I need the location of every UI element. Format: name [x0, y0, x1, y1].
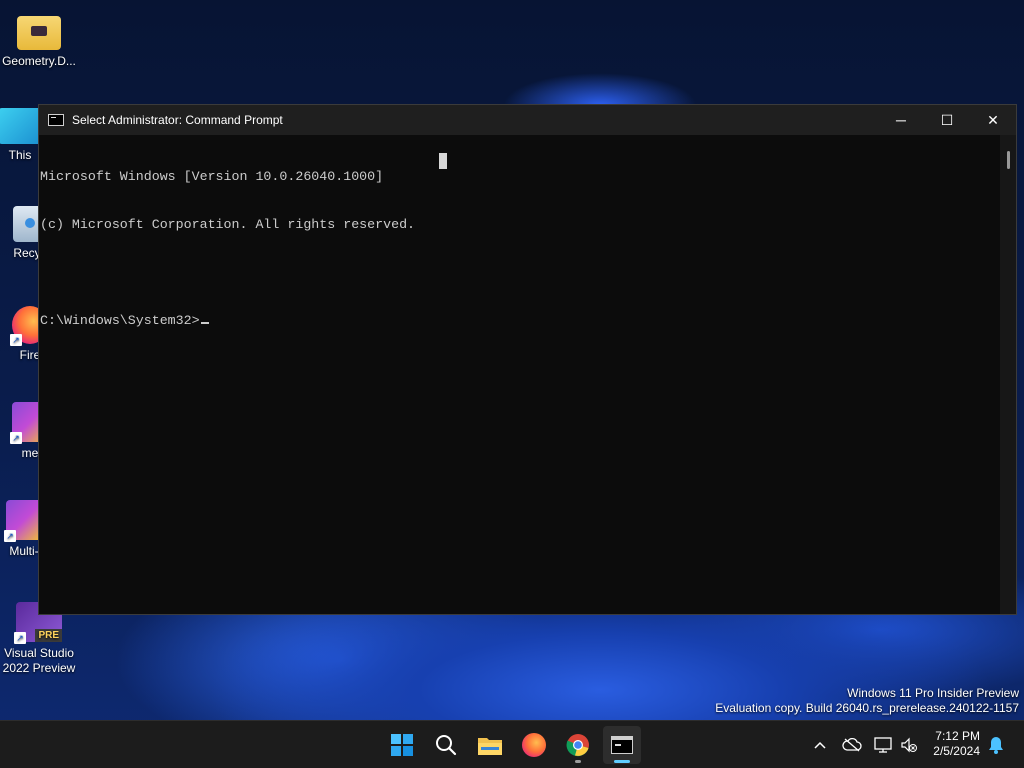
close-button[interactable]: ✕: [970, 105, 1016, 135]
chevron-up-icon: [814, 741, 826, 749]
text-cursor: [200, 322, 209, 324]
console-prompt-line: C:\Windows\System32>: [40, 313, 1000, 329]
desktop-icon-geometry[interactable]: Geometry.D...: [1, 10, 77, 69]
onedrive-tray-button[interactable]: [842, 735, 862, 755]
network-tray-button[interactable]: [873, 735, 893, 755]
command-prompt-window[interactable]: Select Administrator: Command Prompt ─ ☐…: [38, 104, 1017, 615]
active-indicator: [614, 760, 630, 763]
folder-icon: [478, 738, 502, 755]
search-button[interactable]: [427, 726, 465, 764]
folder-icon: [17, 16, 61, 50]
shortcut-arrow-icon: ↗: [4, 530, 16, 542]
windows-start-icon: [391, 734, 413, 756]
terminal-icon: [611, 736, 633, 754]
watermark-edition: Windows 11 Pro Insider Preview: [847, 686, 1019, 700]
notifications-button[interactable]: [986, 735, 1006, 755]
firefox-button[interactable]: [515, 726, 553, 764]
maximize-button[interactable]: ☐: [924, 105, 970, 135]
minimize-button[interactable]: ─: [878, 105, 924, 135]
selection-block-cursor: [439, 153, 447, 169]
network-icon: [874, 737, 892, 753]
vertical-scrollbar[interactable]: [1000, 135, 1016, 614]
running-indicator: [575, 760, 581, 763]
console-prompt: C:\Windows\System32>: [40, 313, 200, 328]
start-button[interactable]: [383, 726, 421, 764]
desktop-icon-label: Geometry.D...: [2, 54, 76, 68]
clock-button[interactable]: 7:12 PM 2/5/2024: [933, 729, 980, 759]
cloud-off-icon: [842, 738, 862, 752]
search-icon: [436, 735, 457, 756]
window-title: Select Administrator: Command Prompt: [72, 113, 283, 127]
bell-icon: [989, 737, 1003, 754]
console-output[interactable]: Microsoft Windows [Version 10.0.26040.10…: [39, 135, 1000, 614]
taskbar: 7:12 PM 2/5/2024: [0, 720, 1024, 768]
show-hidden-icons-button[interactable]: [810, 735, 830, 755]
console-line: Microsoft Windows [Version 10.0.26040.10…: [40, 169, 384, 184]
terminal-icon: [48, 114, 64, 126]
window-titlebar[interactable]: Select Administrator: Command Prompt ─ ☐…: [39, 105, 1016, 135]
clock-date: 2/5/2024: [933, 744, 980, 758]
watermark-build: Evaluation copy. Build 26040.rs_prerelea…: [715, 701, 1019, 715]
desktop-icon-label: Visual Studio 2022 Preview: [2, 646, 76, 675]
chrome-button[interactable]: [559, 726, 597, 764]
shortcut-arrow-icon: ↗: [10, 432, 22, 444]
preview-badge: PRE: [35, 629, 62, 642]
console-line: (c) Microsoft Corporation. All rights re…: [40, 217, 416, 232]
firefox-icon: [522, 733, 546, 757]
command-prompt-taskbar-button[interactable]: [603, 726, 641, 764]
scrollbar-thumb[interactable]: [1007, 151, 1010, 169]
clock-time: 7:12 PM: [935, 729, 980, 743]
evaluation-watermark: Windows 11 Pro Insider Preview Evaluatio…: [715, 686, 1019, 716]
shortcut-arrow-icon: ↗: [10, 334, 22, 346]
app-shortcut-icon: ↗: [4, 500, 42, 542]
chrome-icon: [566, 734, 589, 757]
shortcut-arrow-icon: ↗: [14, 632, 26, 644]
file-explorer-button[interactable]: [471, 726, 509, 764]
volume-tray-button[interactable]: [899, 735, 919, 755]
volume-muted-icon: [901, 737, 917, 753]
this-pc-icon: [0, 108, 42, 144]
